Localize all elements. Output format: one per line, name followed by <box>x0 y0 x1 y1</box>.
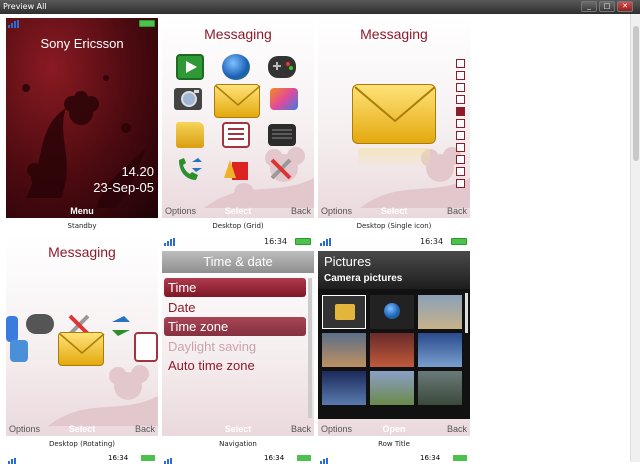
signal-icon <box>320 456 332 464</box>
softkeys: Select Back <box>162 422 314 436</box>
preview-caption: Standby <box>67 222 97 230</box>
close-button[interactable]: ✕ <box>617 1 633 12</box>
window-titlebar: Preview All _ □ ✕ <box>0 0 640 14</box>
navigation-screen: 16:34 Time & date Time Date Time zone Da… <box>162 236 314 436</box>
battery-icon <box>295 238 311 245</box>
call-icon[interactable] <box>106 314 134 340</box>
preview-caption: Desktop (Rotating) <box>49 440 115 448</box>
gamepad-icon[interactable] <box>26 314 54 334</box>
scrollbar-thumb[interactable] <box>633 26 639 161</box>
preview-partial-2[interactable]: 16:34 <box>162 454 314 464</box>
signal-icon <box>164 456 176 464</box>
signal-icon <box>8 456 20 464</box>
thumb-photo[interactable] <box>370 333 414 367</box>
grid-screen: Messaging Options Select Back <box>162 18 314 218</box>
preview-caption: Desktop (Grid) <box>212 222 264 230</box>
status-time: 16:34 <box>420 454 441 462</box>
rotating-screen: Messaging Options Select Back <box>6 236 158 436</box>
softkeys: Options Open Back <box>318 422 470 436</box>
menu-title: Messaging <box>204 26 272 42</box>
maximize-button[interactable]: □ <box>599 1 615 12</box>
thumb-globe[interactable] <box>370 295 414 329</box>
camera-icon[interactable] <box>174 88 202 110</box>
menu-softkey[interactable]: Menu <box>6 206 158 216</box>
softkeys: Menu <box>6 204 158 218</box>
title-text: Pictures <box>324 254 371 269</box>
grid-scrollbar[interactable] <box>465 293 468 333</box>
list-scrollbar[interactable] <box>308 278 312 418</box>
nav-item-auto-time-zone[interactable]: Auto time zone <box>164 356 306 375</box>
signal-icon <box>164 238 176 246</box>
clock-date: 23-Sep-05 <box>93 180 154 195</box>
preview-caption: Navigation <box>219 440 257 448</box>
nav-item-date[interactable]: Date <box>164 298 306 317</box>
organizer-icon[interactable] <box>222 122 250 148</box>
thumb-photo[interactable] <box>418 295 462 329</box>
back-softkey[interactable]: Back <box>447 206 467 216</box>
status-time: 16:34 <box>264 454 285 462</box>
radio-icon[interactable] <box>268 124 296 146</box>
standby-screen: Sony Ericsson 14.20 23-Sep-05 Menu <box>6 18 158 218</box>
envelope-reflection <box>358 148 430 168</box>
media-icon[interactable] <box>270 88 298 110</box>
window-title: Preview All <box>3 2 47 11</box>
flourish-icon <box>204 147 314 208</box>
nav-item-daylight-saving[interactable]: Daylight saving <box>164 337 306 356</box>
battery-icon <box>139 20 155 27</box>
softkeys: Options Select Back <box>6 422 158 436</box>
status-time: 16:34 <box>420 237 444 246</box>
alarm-icon[interactable] <box>222 156 250 182</box>
status-bar: 16:34 <box>162 236 314 247</box>
play-icon[interactable] <box>176 54 204 80</box>
camera-icon[interactable] <box>10 340 28 362</box>
softkeys: Options Select Back <box>162 204 314 218</box>
signal-icon <box>8 20 20 28</box>
preview-caption: Row Title <box>378 440 410 448</box>
thumb-photo[interactable] <box>370 371 414 405</box>
nav-item-time-zone[interactable]: Time zone <box>164 317 306 336</box>
thumbnail-grid <box>318 289 470 419</box>
back-softkey[interactable]: Back <box>135 424 155 434</box>
battery-icon <box>451 238 467 245</box>
settings-icon[interactable] <box>268 156 296 182</box>
thumb-folder[interactable] <box>322 295 366 329</box>
title-bar: Pictures Camera pictures <box>318 251 470 289</box>
header-bar: Time & date <box>162 251 314 273</box>
brand-text: Sony Ericsson <box>40 36 124 51</box>
globe-icon[interactable] <box>222 54 250 80</box>
envelope-icon[interactable] <box>352 84 436 144</box>
preview-partial-3[interactable]: 16:34 <box>318 454 470 464</box>
signal-icon <box>320 238 332 246</box>
vertical-scrollbar[interactable] <box>630 14 640 462</box>
single-screen: Messaging Options Select Back <box>318 18 470 218</box>
back-softkey[interactable]: Back <box>291 206 311 216</box>
back-softkey[interactable]: Back <box>291 424 311 434</box>
menu-title: Messaging <box>360 26 428 42</box>
softkeys: Options Select Back <box>318 204 470 218</box>
call-icon[interactable] <box>176 156 204 182</box>
status-time: 16:34 <box>264 237 288 246</box>
envelope-icon[interactable] <box>58 332 105 366</box>
subtitle-text: Camera pictures <box>324 273 403 284</box>
thumb-photo[interactable] <box>322 371 366 405</box>
gamepad-icon[interactable] <box>268 56 296 78</box>
minimize-button[interactable]: _ <box>581 1 597 12</box>
nav-item-time[interactable]: Time <box>164 278 306 297</box>
envelope-icon[interactable] <box>214 84 261 118</box>
organizer-icon[interactable] <box>134 332 158 362</box>
preview-partial-1[interactable]: 16:34 <box>6 454 158 464</box>
status-time: 16:34 <box>108 454 129 462</box>
thumb-photo[interactable] <box>418 333 462 367</box>
row-title-screen: 16:34 Pictures Camera pictures Options O… <box>318 236 470 436</box>
thumb-photo[interactable] <box>322 333 366 367</box>
contacts-icon[interactable] <box>6 316 18 342</box>
menu-title: Messaging <box>48 244 116 260</box>
thumb-photo[interactable] <box>418 371 462 405</box>
status-bar: 16:34 <box>318 236 470 247</box>
clock-time: 14.20 <box>121 164 154 179</box>
back-softkey[interactable]: Back <box>447 424 467 434</box>
folder-icon[interactable] <box>176 122 204 148</box>
preview-caption: Desktop (Single icon) <box>356 222 432 230</box>
